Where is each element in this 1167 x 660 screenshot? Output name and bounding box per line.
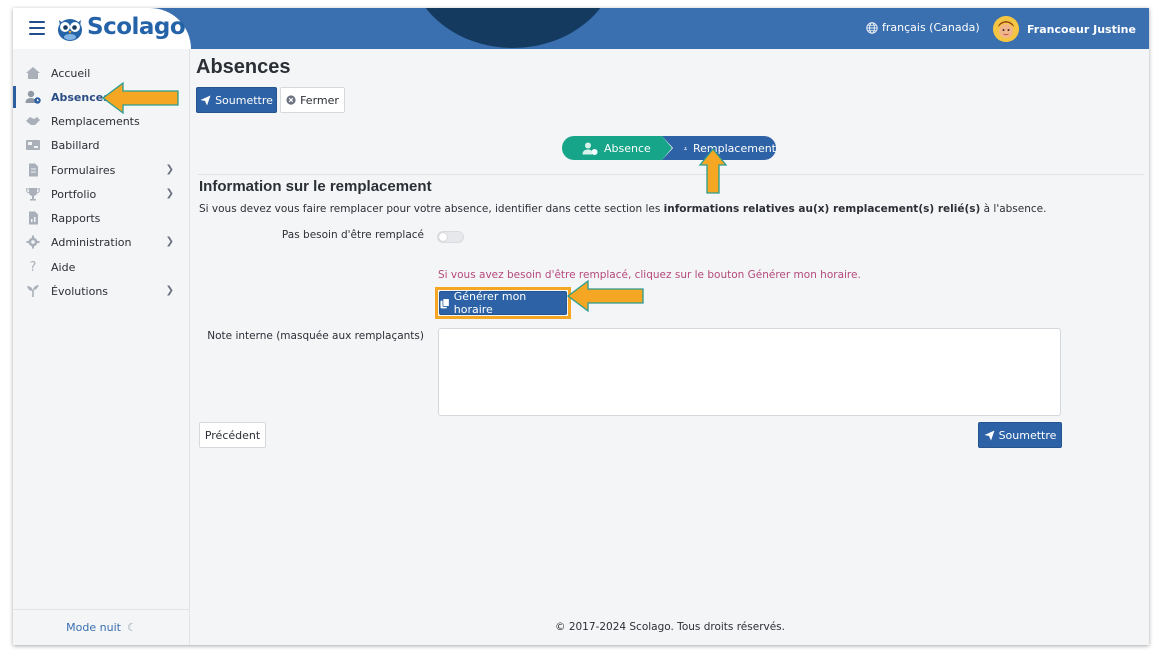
chevron-right-icon: ❯ — [165, 164, 174, 175]
question-icon: ? — [29, 259, 37, 275]
sidebar-item-evolutions[interactable]: Évolutions ❯ — [13, 280, 190, 302]
gear-icon — [25, 235, 41, 249]
sidebar-item-label: Formulaires — [51, 163, 116, 177]
sidebar-item-portfolio[interactable]: Portfolio ❯ — [13, 183, 190, 205]
sidebar-item-label: Rapports — [51, 211, 101, 225]
footer-copyright: © 2017-2024 Scolago. Tous droits réservé… — [554, 621, 785, 633]
night-mode-toggle[interactable]: Mode nuit ☾ — [13, 609, 190, 645]
language-label: français (Canada) — [882, 21, 980, 34]
close-circle-icon — [286, 95, 296, 105]
globe-icon — [866, 21, 878, 34]
section-title: Information sur le remplacement — [199, 178, 432, 195]
owl-logo-icon — [58, 19, 82, 41]
user-menu[interactable]: Francoeur Justine — [993, 16, 1136, 42]
brand-name[interactable]: Scolago — [87, 14, 186, 40]
generate-hint: Si vous avez besoin d'être remplacé, cli… — [438, 269, 861, 281]
chevron-right-icon: ❯ — [165, 188, 174, 199]
step-absence-label: Absence — [604, 141, 651, 155]
logo-area: Scolago — [13, 8, 191, 49]
annotation-arrow-generate — [566, 279, 644, 313]
page-title: Absences — [196, 56, 291, 78]
sidebar: Accueil Absences Remplacements Babillard… — [13, 49, 190, 645]
menu-icon[interactable] — [29, 21, 45, 35]
step-indicator: Absence Remplacement — [562, 136, 776, 160]
previous-label: Précédent — [204, 428, 261, 442]
user-clock-icon — [25, 90, 41, 104]
generate-schedule-button[interactable]: Générer mon horaire — [439, 290, 567, 316]
no-replacement-label: Pas besoin d'être remplacé — [281, 229, 424, 241]
paper-plane-icon — [200, 95, 211, 105]
handshake-icon — [25, 114, 41, 128]
paper-plane-icon — [984, 430, 995, 440]
chevron-right-icon: ❯ — [165, 236, 174, 247]
copy-icon — [440, 297, 450, 308]
annotation-arrow-up — [698, 147, 728, 194]
no-replacement-toggle[interactable] — [437, 231, 464, 243]
header-decoration — [408, 8, 618, 48]
home-icon — [25, 66, 41, 80]
night-mode-label: Mode nuit — [66, 621, 121, 634]
trophy-icon — [25, 187, 41, 201]
sidebar-item-label: Babillard — [51, 138, 100, 152]
section-divider — [198, 174, 1144, 175]
sidebar-item-label: Évolutions — [51, 284, 109, 298]
sidebar-item-label: Portfolio — [51, 187, 97, 201]
submit-button-top[interactable]: Soumettre — [196, 87, 277, 113]
moon-icon: ☾ — [126, 621, 137, 634]
document-icon — [25, 163, 41, 177]
sidebar-item-rapports[interactable]: Rapports — [13, 207, 190, 229]
chevron-right-icon: ❯ — [165, 285, 174, 296]
user-check-icon — [582, 142, 598, 155]
sidebar-item-aide[interactable]: ? Aide — [13, 256, 190, 278]
sidebar-item-label: Aide — [51, 260, 76, 274]
internal-note-textarea[interactable] — [438, 328, 1061, 416]
submit-label: Soumettre — [215, 93, 273, 107]
close-button[interactable]: Fermer — [280, 87, 345, 113]
main-content: Absences Soumettre Fermer Absence Rempla… — [191, 49, 1149, 645]
close-label: Fermer — [300, 93, 339, 107]
avatar — [993, 16, 1019, 42]
sidebar-item-label: Remplacements — [51, 114, 140, 128]
sidebar-item-label: Accueil — [51, 66, 91, 80]
top-bar: Scolago français (Canada) Francoeur Just… — [13, 8, 1149, 49]
app-window: Scolago français (Canada) Francoeur Just… — [13, 8, 1149, 645]
generate-label: Générer mon horaire — [453, 290, 527, 316]
avatar-face-icon — [993, 16, 1019, 42]
sidebar-item-babillard[interactable]: Babillard — [13, 134, 190, 156]
annotation-arrow-left — [101, 81, 179, 115]
previous-button[interactable]: Précédent — [199, 422, 266, 448]
step-absence[interactable]: Absence — [562, 136, 672, 160]
user-name: Francoeur Justine — [1027, 22, 1136, 36]
board-icon — [25, 138, 41, 152]
submit-bottom-label: Soumettre — [998, 428, 1057, 442]
section-description: Si vous devez vous faire remplacer pour … — [199, 203, 1047, 215]
user-tie-icon — [684, 146, 687, 150]
note-label: Note interne (masquée aux remplaçants) — [207, 330, 424, 342]
sidebar-item-label: Administration — [51, 235, 132, 249]
submit-button-bottom[interactable]: Soumettre — [978, 422, 1062, 448]
sidebar-item-administration[interactable]: Administration ❯ — [13, 231, 190, 253]
sprout-icon — [25, 284, 41, 298]
language-selector[interactable]: français (Canada) — [866, 21, 980, 34]
sidebar-item-formulaires[interactable]: Formulaires ❯ — [13, 159, 190, 181]
report-icon — [25, 211, 41, 225]
